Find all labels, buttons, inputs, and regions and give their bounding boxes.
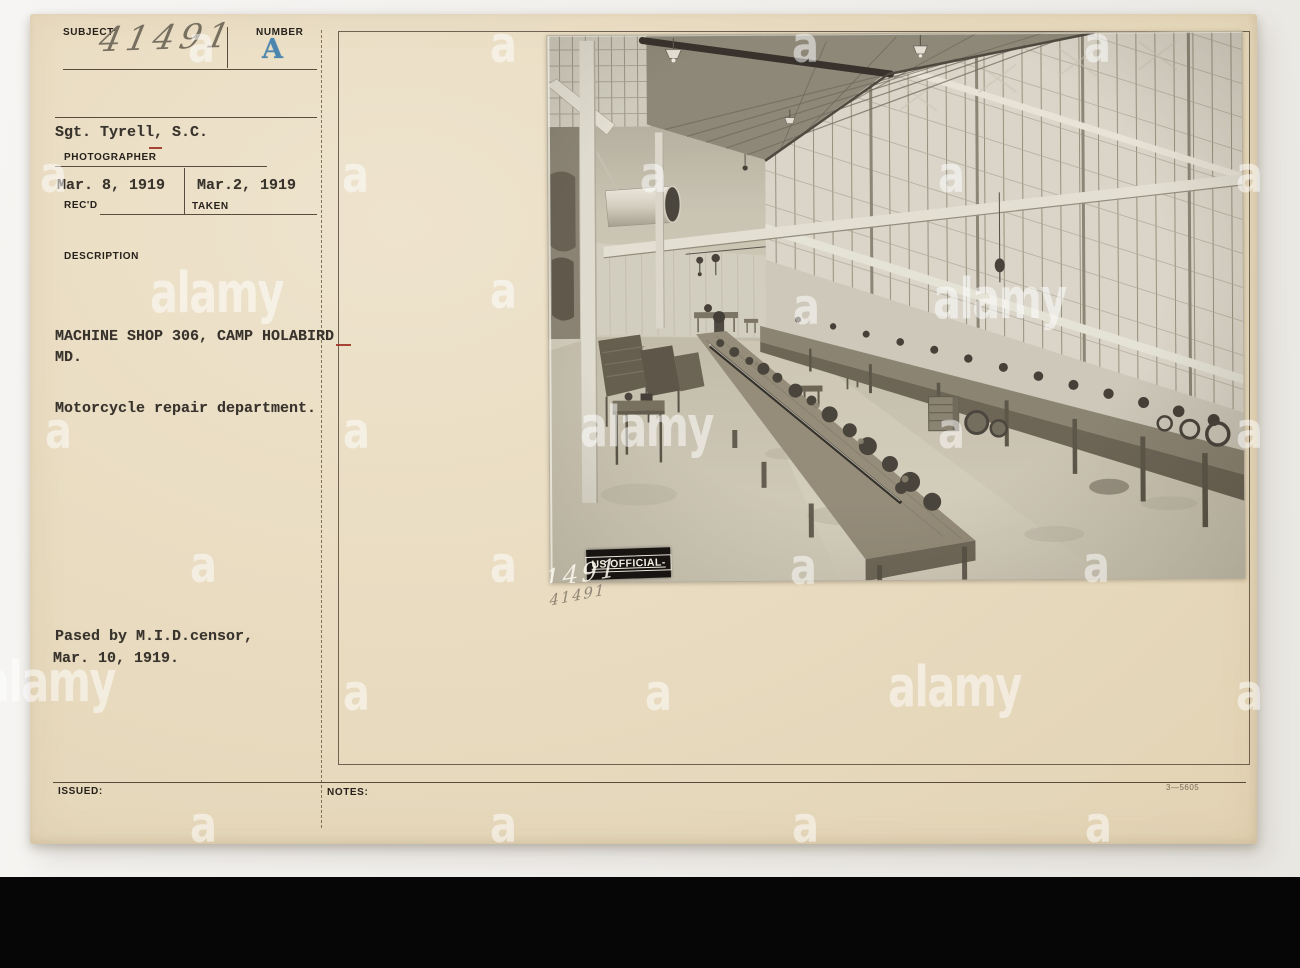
alamy-watermark-word: alamy xyxy=(580,395,714,460)
alamy-watermark-letter: a xyxy=(490,796,517,854)
alamy-watermark-letter: a xyxy=(1236,664,1263,722)
alamy-watermark-letter: a xyxy=(45,402,72,460)
alamy-watermark-letter: a xyxy=(793,278,820,336)
alamy-watermark-letter: a xyxy=(342,146,369,204)
alamy-watermark-letter: a xyxy=(938,146,965,204)
alamy-watermark-letter: a xyxy=(490,536,517,594)
alamy-watermark-letter: a xyxy=(1236,146,1263,204)
alamy-watermark-letter: a xyxy=(343,664,370,722)
alamy-watermark-letter: a xyxy=(1084,16,1111,74)
alamy-watermark-letter: a xyxy=(790,538,817,596)
alamy-watermark-word: alamy xyxy=(150,261,284,326)
alamy-watermark-letter: a xyxy=(190,796,217,854)
alamy-watermark-letter: a xyxy=(938,402,965,460)
alamy-watermark-letter: a xyxy=(1085,796,1112,854)
alamy-watermark-letter: a xyxy=(190,536,217,594)
alamy-watermark-letter: a xyxy=(343,402,370,460)
alamy-watermark-letter: a xyxy=(645,664,672,722)
alamy-watermark-letter: a xyxy=(1236,402,1263,460)
alamy-watermark-word: alamy xyxy=(0,650,116,715)
alamy-watermark-word: alamy xyxy=(933,267,1067,332)
footer-bar: alamy Image ID: 2RC13YT www.alamy.com xyxy=(0,877,1300,968)
alamy-watermark-word: alamy xyxy=(888,655,1022,720)
alamy-watermark-letter: a xyxy=(792,796,819,854)
alamy-watermark-letter: a xyxy=(490,262,517,320)
alamy-watermark-letter: a xyxy=(1083,536,1110,594)
watermark-layer: aaaaaaaaaalamyaaalamyaaalamyaaaaaaalamya… xyxy=(0,0,1300,877)
stock-photo-preview: SUBJECT: 41491 NUMBER A Sgt. Tyrell, S.C… xyxy=(0,0,1300,968)
alamy-watermark-letter: a xyxy=(640,146,667,204)
alamy-watermark-letter: a xyxy=(490,16,517,74)
alamy-watermark-letter: a xyxy=(40,146,67,204)
alamy-watermark-letter: a xyxy=(792,16,819,74)
alamy-watermark-letter: a xyxy=(188,16,215,74)
